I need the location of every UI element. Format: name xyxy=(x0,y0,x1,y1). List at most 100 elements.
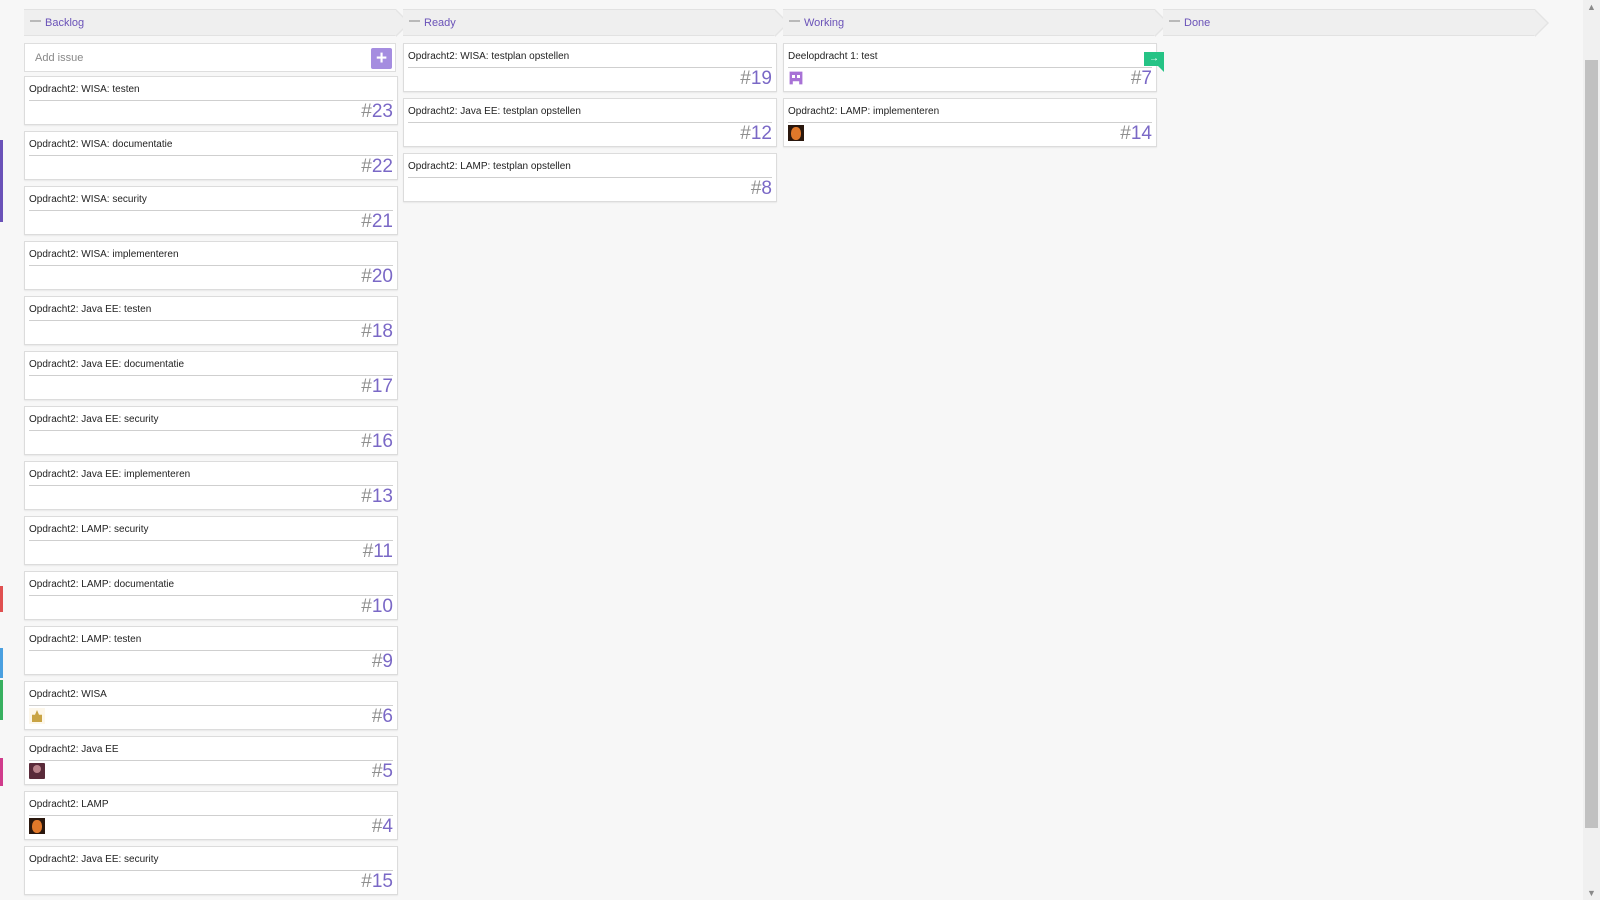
column-header[interactable]: Ready xyxy=(403,9,789,37)
issue-card[interactable]: Opdracht2: Java EE #5 xyxy=(24,736,398,785)
arrow-flag-icon[interactable]: → xyxy=(1144,52,1164,72)
plus-icon[interactable]: + xyxy=(371,48,392,69)
issue-number-value: 7 xyxy=(1141,68,1152,89)
issue-number[interactable]: #16 xyxy=(361,431,393,453)
column-header[interactable]: Working xyxy=(783,9,1169,37)
issue-number[interactable]: #17 xyxy=(361,376,393,398)
column-working: Working Deelopdracht 1: test #7 → Opdracht2… xyxy=(783,9,1169,147)
issue-card[interactable]: Opdracht2: Java EE: documentatie #17 xyxy=(24,351,398,400)
issue-number[interactable]: #18 xyxy=(361,321,393,343)
issue-number[interactable]: #5 xyxy=(372,761,393,783)
card-divider xyxy=(29,595,393,596)
issue-number[interactable]: #23 xyxy=(361,101,393,123)
card-divider xyxy=(788,67,1152,68)
issue-number-hash: # xyxy=(371,651,383,672)
issue-number[interactable]: #8 xyxy=(751,178,772,200)
issue-number-hash: # xyxy=(361,871,372,892)
issue-card[interactable]: Opdracht2: LAMP: implementeren #14 xyxy=(783,98,1157,147)
issue-card[interactable]: Opdracht2: WISA: testplan opstellen #19 xyxy=(403,43,777,92)
scroll-thumb[interactable] xyxy=(1585,60,1598,828)
issue-title: Opdracht2: LAMP: security xyxy=(29,524,149,535)
issue-card[interactable]: Opdracht2: WISA: testen #23 xyxy=(24,76,398,125)
column-done: Done xyxy=(1163,9,1549,37)
issue-number[interactable]: #15 xyxy=(361,871,393,893)
card-divider xyxy=(408,177,772,178)
issue-card[interactable]: Opdracht2: LAMP: documentatie #10 xyxy=(24,571,398,620)
issue-title: Opdracht2: LAMP: testen xyxy=(29,634,142,645)
issue-card[interactable]: Opdracht2: Java EE: implementeren #13 xyxy=(24,461,398,510)
card-divider xyxy=(29,320,393,321)
issue-card[interactable]: Opdracht2: Java EE: testen #18 xyxy=(24,296,398,345)
card-divider xyxy=(408,67,772,68)
card-divider xyxy=(29,155,393,156)
add-issue-box: + xyxy=(24,43,396,72)
card-divider xyxy=(788,122,1152,123)
issue-title: Opdracht2: WISA xyxy=(29,689,107,700)
issue-number-value: 6 xyxy=(382,706,393,727)
issue-card[interactable]: Opdracht2: LAMP: testplan opstellen #8 xyxy=(403,153,777,202)
issue-card[interactable]: Opdracht2: LAMP: testen #9 xyxy=(24,626,398,675)
face-avatar-icon[interactable] xyxy=(788,125,804,141)
issue-number[interactable]: #9 xyxy=(372,651,393,673)
issue-number-hash: # xyxy=(371,706,383,727)
issue-card[interactable]: Opdracht2: LAMP #4 xyxy=(24,791,398,840)
issue-title: Opdracht2: WISA: documentatie xyxy=(29,139,173,150)
pixel-avatar-icon[interactable] xyxy=(789,71,803,85)
collapse-icon[interactable] xyxy=(789,20,800,23)
issue-card[interactable]: Deelopdracht 1: test #7 → xyxy=(783,43,1164,92)
issue-title: Opdracht2: Java EE: testplan opstellen xyxy=(408,106,581,117)
issue-card[interactable]: Opdracht2: WISA #6 xyxy=(24,681,398,730)
issue-number-value: 20 xyxy=(371,266,393,287)
card-divider xyxy=(408,122,772,123)
issue-number[interactable]: #12 xyxy=(740,123,772,145)
issue-number[interactable]: #21 xyxy=(361,211,393,233)
issue-number[interactable]: #19 xyxy=(740,68,772,90)
issue-title: Opdracht2: WISA: implementeren xyxy=(29,249,179,260)
column-header[interactable]: Done xyxy=(1163,9,1549,37)
issue-card[interactable]: Opdracht2: Java EE: security #15 xyxy=(24,846,398,895)
issue-title: Opdracht2: Java EE: security xyxy=(29,854,159,865)
issue-card[interactable]: Opdracht2: LAMP: security #11 xyxy=(24,516,398,565)
issue-number[interactable]: #7 xyxy=(1131,68,1152,90)
issue-number-value: 14 xyxy=(1130,123,1152,144)
collapse-icon[interactable] xyxy=(1169,20,1180,23)
issue-number-value: 9 xyxy=(382,651,393,672)
issue-title: Deelopdracht 1: test xyxy=(788,51,878,62)
issue-number-hash: # xyxy=(740,68,751,89)
issue-title: Opdracht2: Java EE: security xyxy=(29,414,159,425)
issue-card[interactable]: Opdracht2: WISA: security #21 xyxy=(24,186,398,235)
issue-card[interactable]: Opdracht2: WISA: documentatie #22 xyxy=(24,131,398,180)
issue-title: Opdracht2: Java EE: implementeren xyxy=(29,469,191,480)
card-divider xyxy=(29,485,393,486)
person-avatar-icon[interactable] xyxy=(29,763,45,779)
face-avatar-icon[interactable] xyxy=(29,818,45,834)
issue-number-value: 4 xyxy=(382,816,393,837)
issue-card[interactable]: Opdracht2: Java EE: security #16 xyxy=(24,406,398,455)
issue-number[interactable]: #10 xyxy=(361,596,393,618)
issue-number[interactable]: #22 xyxy=(361,156,393,178)
add-issue-input[interactable] xyxy=(33,51,357,65)
issue-card[interactable]: Opdracht2: Java EE: testplan opstellen #1… xyxy=(403,98,777,147)
vertical-scrollbar[interactable]: ▲ ▼ xyxy=(1583,0,1600,900)
issue-number[interactable]: #14 xyxy=(1120,123,1152,145)
column-title: Ready xyxy=(424,17,456,29)
card-divider xyxy=(29,210,393,211)
collapse-icon[interactable] xyxy=(30,20,41,23)
issue-number[interactable]: #4 xyxy=(372,816,393,838)
issue-number-value: 13 xyxy=(371,486,393,507)
collapse-icon[interactable] xyxy=(409,20,420,23)
issue-number[interactable]: #20 xyxy=(361,266,393,288)
scroll-up-icon[interactable]: ▲ xyxy=(1583,0,1600,14)
trophy-avatar-icon[interactable] xyxy=(29,708,45,724)
card-divider xyxy=(29,815,393,816)
issue-card[interactable]: Opdracht2: WISA: implementeren #20 xyxy=(24,241,398,290)
issue-number[interactable]: #6 xyxy=(372,706,393,728)
scroll-down-icon[interactable]: ▼ xyxy=(1583,886,1600,900)
issue-number-hash: # xyxy=(361,321,372,342)
issue-number[interactable]: #13 xyxy=(361,486,393,508)
issue-title: Opdracht2: LAMP: testplan opstellen xyxy=(408,161,571,172)
card-list: Deelopdracht 1: test #7 → Opdracht2: LAMP: … xyxy=(783,37,1164,147)
issue-number[interactable]: #11 xyxy=(363,541,393,563)
column-header[interactable]: Backlog xyxy=(24,9,410,37)
card-divider xyxy=(29,760,393,761)
